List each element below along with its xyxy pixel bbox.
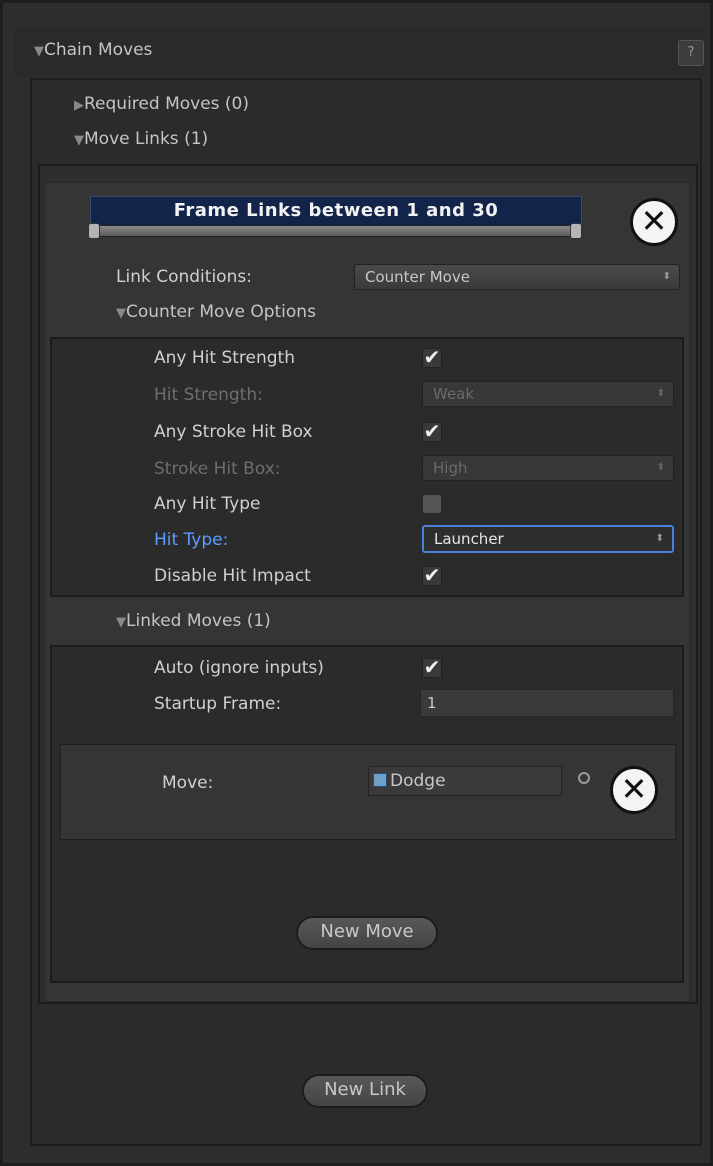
remove-move-icon[interactable]: ✕ [610, 766, 658, 814]
dropdown-arrows-icon: ⬍ [656, 388, 665, 399]
counter-move-options-foldout[interactable]: ▼Counter Move Options [116, 302, 316, 322]
auto-ignore-inputs-label: Auto (ignore inputs) [154, 658, 324, 678]
move-links-foldout[interactable]: ▼Move Links (1) [74, 129, 208, 149]
startup-frame-label: Startup Frame: [154, 694, 282, 714]
link-conditions-value: Counter Move [365, 268, 470, 286]
hit-type-dropdown[interactable]: Launcher ⬍ [422, 525, 674, 553]
move-asset-icon [373, 773, 387, 787]
any-stroke-hit-box-label: Any Stroke Hit Box [154, 422, 313, 442]
auto-ignore-inputs-checkbox[interactable]: ✔ [422, 657, 442, 678]
dropdown-arrows-icon: ⬍ [655, 533, 664, 544]
disable-hit-impact-label: Disable Hit Impact [154, 566, 311, 586]
any-stroke-hit-box-checkbox[interactable]: ✔ [422, 421, 442, 442]
object-picker-icon[interactable] [578, 772, 590, 784]
move-links-label: Move Links (1) [84, 129, 209, 149]
any-hit-strength-checkbox[interactable]: ✔ [422, 347, 442, 368]
remove-link-icon[interactable]: ✕ [630, 198, 678, 246]
link-conditions-label: Link Conditions: [116, 267, 252, 287]
dropdown-arrows-icon: ⬍ [662, 271, 671, 282]
counter-move-options-label: Counter Move Options [126, 302, 316, 322]
chain-moves-foldout[interactable]: ▼Chain Moves [34, 40, 152, 60]
foldout-expanded-icon: ▼ [116, 306, 126, 321]
help-button[interactable]: ? [678, 40, 704, 66]
new-link-button[interactable]: New Link [302, 1074, 428, 1108]
hit-type-value: Launcher [434, 530, 504, 548]
slider-min-handle[interactable] [88, 223, 100, 239]
startup-frame-field[interactable]: 1 [420, 689, 674, 717]
new-move-button[interactable]: New Move [296, 916, 438, 950]
frame-range-slider[interactable] [90, 225, 580, 237]
foldout-collapsed-icon: ▶ [74, 98, 84, 113]
linked-moves-foldout[interactable]: ▼Linked Moves (1) [116, 611, 271, 631]
any-hit-type-label: Any Hit Type [154, 494, 261, 514]
required-moves-foldout[interactable]: ▶Required Moves (0) [74, 94, 249, 114]
move-label: Move: [162, 773, 214, 793]
stroke-hit-box-dropdown[interactable]: High ⬍ [422, 455, 674, 481]
required-moves-label: Required Moves (0) [84, 94, 249, 114]
slider-max-handle[interactable] [570, 223, 582, 239]
hit-strength-value: Weak [433, 385, 475, 403]
link-conditions-dropdown[interactable]: Counter Move ⬍ [354, 264, 680, 290]
linked-moves-label: Linked Moves (1) [126, 611, 271, 631]
foldout-expanded-icon: ▼ [116, 615, 126, 630]
move-value: Dodge [390, 771, 446, 791]
hit-strength-label: Hit Strength: [154, 385, 263, 405]
hit-strength-dropdown[interactable]: Weak ⬍ [422, 381, 674, 407]
foldout-expanded-icon: ▼ [74, 133, 84, 148]
hit-type-label: Hit Type: [154, 530, 229, 550]
dropdown-arrows-icon: ⬍ [656, 462, 665, 473]
chain-moves-title: Chain Moves [44, 40, 153, 60]
disable-hit-impact-checkbox[interactable]: ✔ [422, 565, 442, 586]
any-hit-type-checkbox[interactable] [422, 494, 442, 514]
frame-links-bar: Frame Links between 1 and 30 [90, 196, 582, 226]
foldout-expanded-icon: ▼ [34, 44, 44, 59]
move-object-field[interactable]: Dodge [368, 766, 562, 796]
stroke-hit-box-label: Stroke Hit Box: [154, 459, 281, 479]
stroke-hit-box-value: High [433, 459, 468, 477]
any-hit-strength-label: Any Hit Strength [154, 348, 295, 368]
